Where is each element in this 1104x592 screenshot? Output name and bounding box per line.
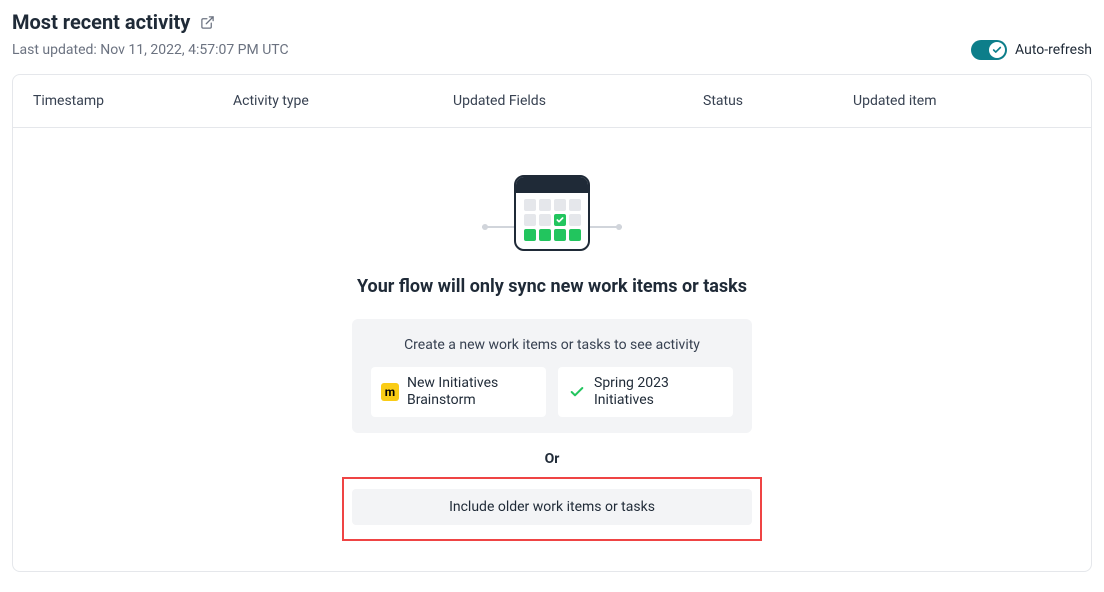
col-activity-type: Activity type bbox=[233, 93, 453, 109]
activity-card: Timestamp Activity type Updated Fields S… bbox=[12, 74, 1092, 572]
auto-refresh-label: Auto-refresh bbox=[1015, 42, 1092, 58]
miro-icon: m bbox=[381, 383, 399, 401]
col-updated-item: Updated item bbox=[853, 93, 1071, 109]
empty-state-title: Your flow will only sync new work items … bbox=[357, 276, 747, 297]
highlighted-action-area: Include older work items or tasks bbox=[342, 477, 762, 541]
include-older-button[interactable]: Include older work items or tasks bbox=[352, 489, 752, 525]
work-item-card[interactable]: Spring 2023 Initiatives bbox=[558, 367, 733, 417]
or-separator: Or bbox=[545, 451, 560, 467]
col-status: Status bbox=[703, 93, 853, 109]
auto-refresh-toggle[interactable] bbox=[971, 40, 1007, 60]
hint-text: Create a new work items or tasks to see … bbox=[370, 337, 734, 353]
hint-box: Create a new work items or tasks to see … bbox=[352, 319, 752, 433]
check-icon bbox=[568, 383, 586, 401]
col-timestamp: Timestamp bbox=[33, 93, 233, 109]
work-item-card[interactable]: m New Initiatives Brainstorm bbox=[371, 367, 546, 417]
work-item-label: Spring 2023 Initiatives bbox=[594, 375, 723, 409]
table-header: Timestamp Activity type Updated Fields S… bbox=[13, 75, 1091, 127]
page-title: Most recent activity bbox=[12, 10, 190, 34]
external-link-icon[interactable] bbox=[200, 15, 215, 30]
col-updated-fields: Updated Fields bbox=[453, 93, 703, 109]
work-item-label: New Initiatives Brainstorm bbox=[407, 375, 536, 409]
last-updated-text: Last updated: Nov 11, 2022, 4:57:07 PM U… bbox=[12, 42, 289, 58]
calendar-illustration bbox=[482, 168, 622, 258]
calendar-check-icon bbox=[554, 214, 566, 226]
empty-state: Your flow will only sync new work items … bbox=[13, 127, 1091, 571]
